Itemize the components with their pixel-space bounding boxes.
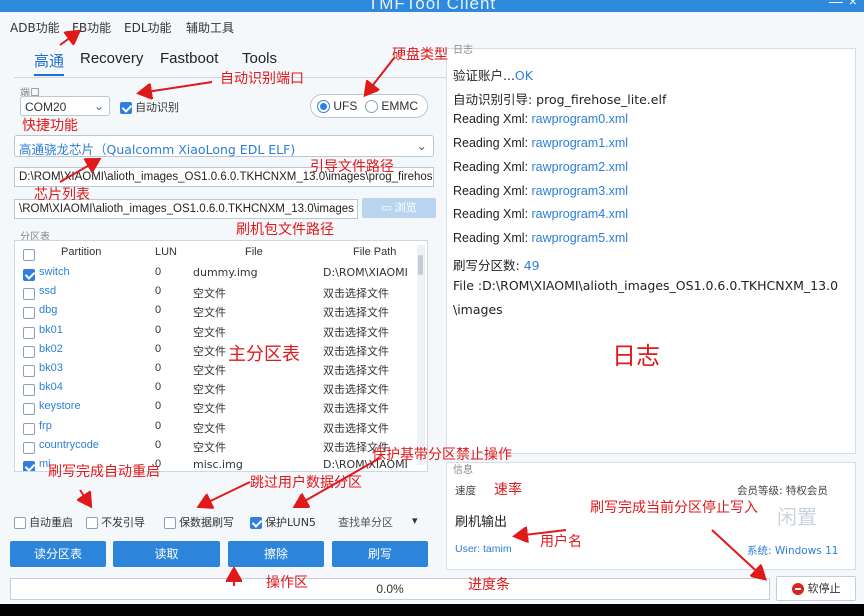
arrow-skip-userdata <box>200 481 251 506</box>
annotation-arrows <box>59 0 864 586</box>
arrow-stop-after <box>711 529 764 578</box>
arrow-auto-reboot <box>80 489 90 505</box>
arrow-username <box>516 530 567 536</box>
arrow-chip-list <box>59 160 98 183</box>
app-window: TMFTool Client — × ADB功能 FB功能 EDL功能 辅助工具… <box>0 0 864 604</box>
arrow-shortcut <box>59 32 78 46</box>
arrow-disk-type <box>366 57 395 94</box>
arrow-auto-port <box>140 81 213 93</box>
arrow-protect-baseband <box>296 457 381 506</box>
